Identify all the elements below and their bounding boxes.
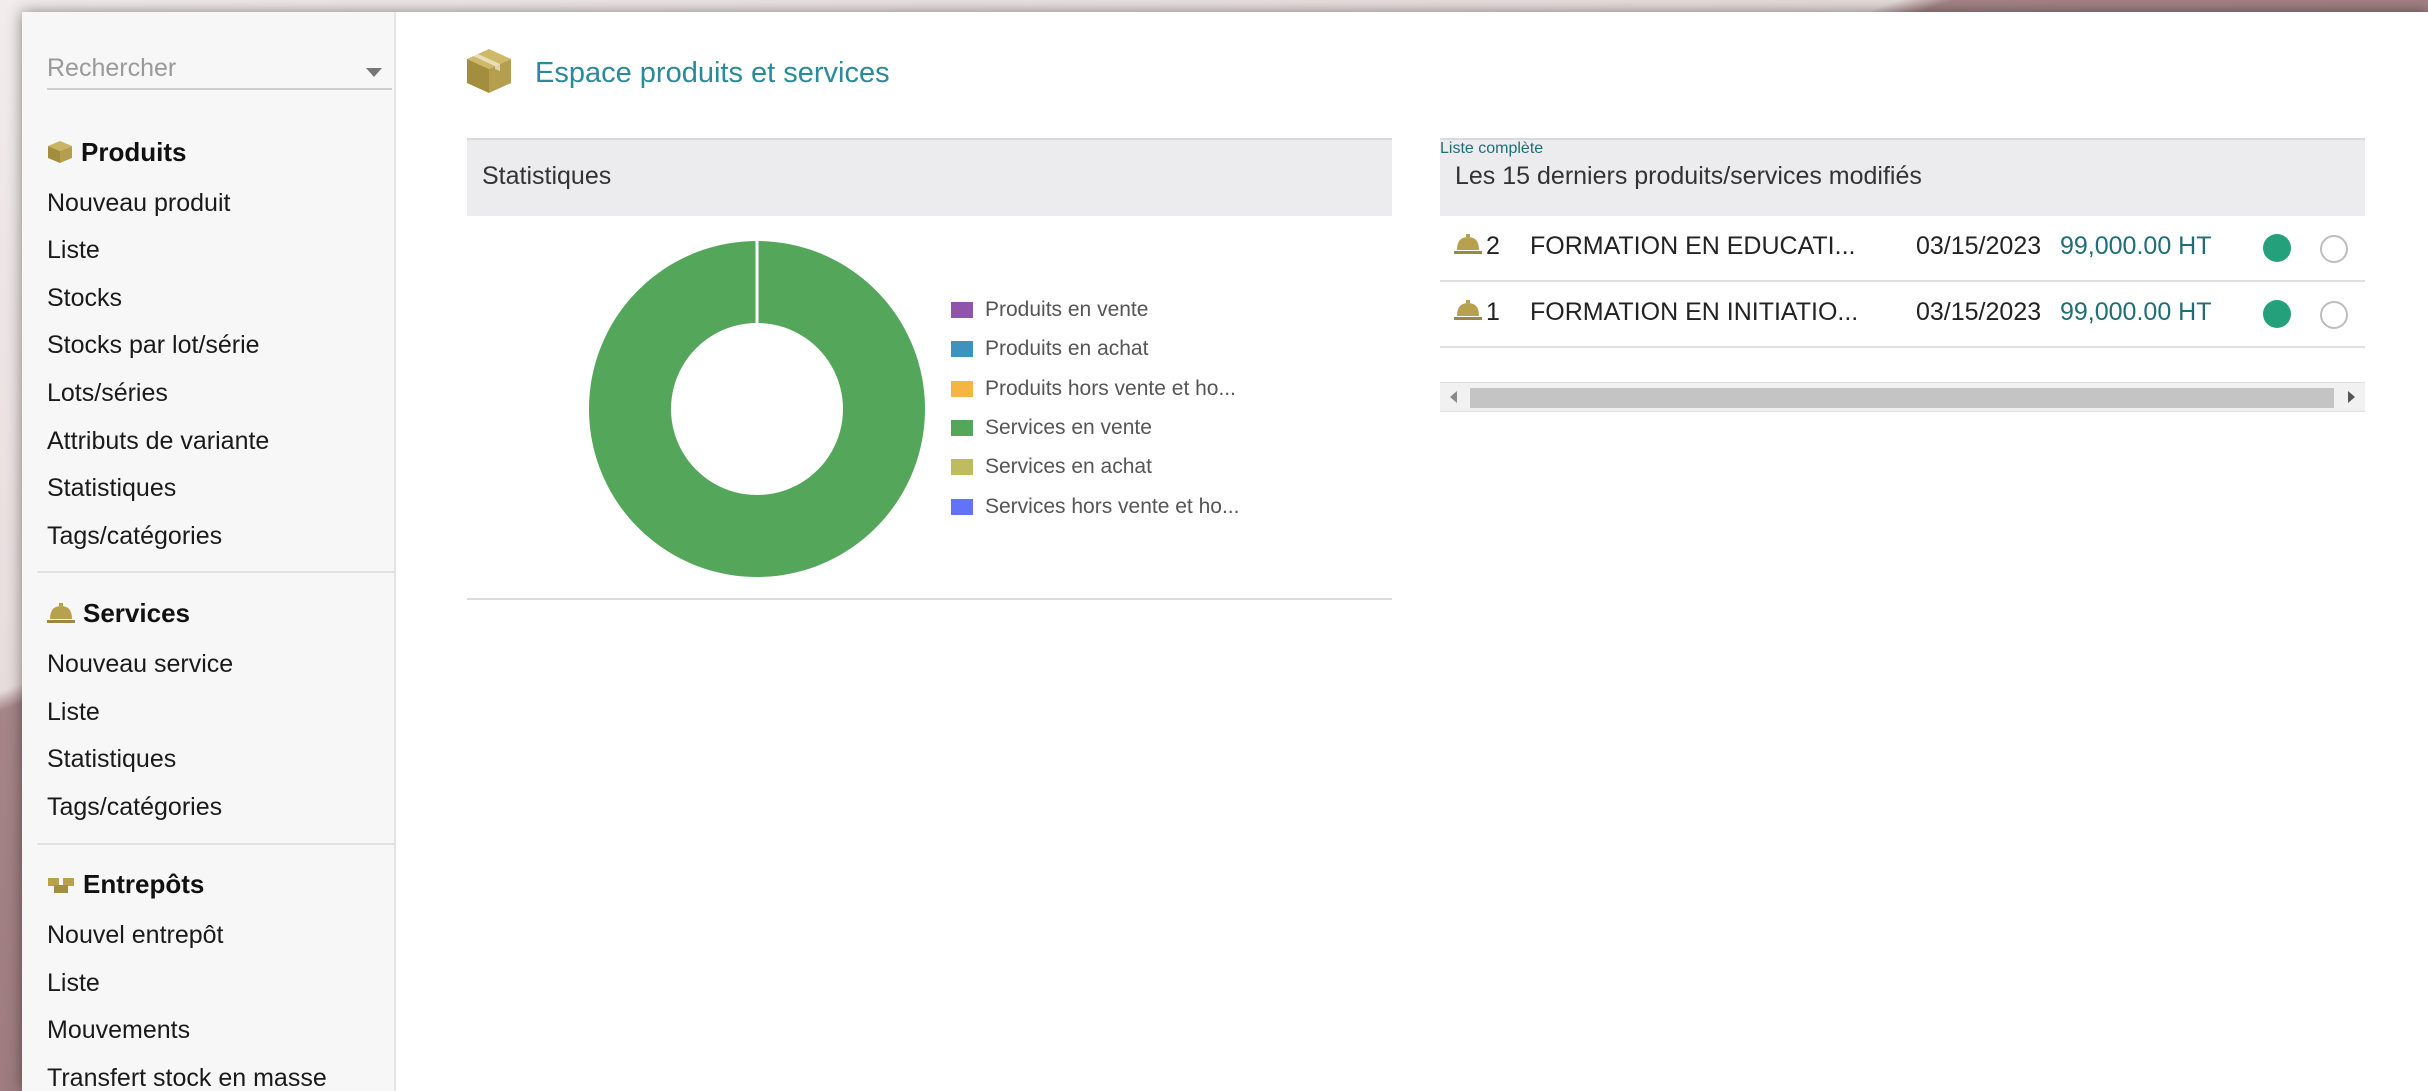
table-row[interactable]: 1 FORMATION EN INITIATIO... 03/15/2023 9… — [1440, 282, 2365, 348]
sidebar-divider — [37, 571, 394, 573]
sidebar-divider — [37, 843, 394, 845]
sidebar-item-attributs-variante[interactable]: Attributs de variante — [47, 427, 269, 456]
sidebar-item-tags-produits[interactable]: Tags/catégories — [47, 522, 222, 551]
sidebar-item-tags-services[interactable]: Tags/catégories — [47, 793, 222, 822]
full-list-link[interactable]: Liste complète — [1440, 140, 1543, 157]
row-date: 03/15/2023 — [1916, 232, 2042, 260]
service-bell-icon — [1454, 299, 1482, 328]
status-sell-badge — [2263, 234, 2291, 262]
legend-item[interactable]: Services en vente — [951, 415, 1152, 441]
sidebar-item-liste-services[interactable]: Liste — [47, 698, 100, 727]
legend-label: Produits en vente — [985, 298, 1149, 321]
sidebar-item-transfert-stock[interactable]: Transfert stock en masse — [47, 1064, 327, 1091]
table-row[interactable]: 2 FORMATION EN EDUCATI... 03/15/2023 99,… — [1440, 216, 2365, 282]
sidebar: Rechercher Produits Nouveau produit List… — [22, 12, 396, 1091]
legend-swatch — [951, 419, 973, 436]
legend-item[interactable]: Produits en achat — [951, 336, 1148, 362]
row-date: 03/15/2023 — [1916, 298, 2042, 326]
legend-label: Services en achat — [985, 455, 1152, 479]
page-title: Espace produits et services — [535, 56, 890, 89]
sidebar-item-stocks[interactable]: Stocks — [47, 284, 122, 313]
sidebar-item-mouvements[interactable]: Mouvements — [47, 1016, 190, 1045]
row-label: FORMATION EN EDUCATI... — [1530, 232, 1856, 260]
legend-swatch — [951, 341, 973, 358]
row-ref-link[interactable]: 1 — [1486, 298, 1500, 327]
sidebar-item-liste-entrepots[interactable]: Liste — [47, 969, 100, 998]
legend-item[interactable]: Produits hors vente et ho... — [951, 376, 1236, 402]
legend-swatch — [951, 459, 973, 476]
sidebar-item-statistiques-produits[interactable]: Statistiques — [47, 474, 176, 503]
scroll-left-icon[interactable] — [1450, 391, 1457, 403]
legend-label: Produits en achat — [985, 337, 1149, 361]
legend-item[interactable]: Services en achat — [951, 454, 1152, 480]
status-buy-badge — [2320, 301, 2348, 329]
recent-panel-header: Les 15 derniers produits/services modifi… — [1440, 138, 2365, 216]
sidebar-section-produits[interactable]: Produits — [47, 135, 186, 169]
legend-label: Services hors vente et ho... — [985, 494, 1240, 518]
legend-swatch — [951, 302, 973, 318]
status-sell-badge — [2263, 300, 2291, 328]
warehouse-icon — [47, 874, 75, 894]
box-icon — [465, 47, 513, 100]
service-bell-icon — [1454, 233, 1482, 262]
sidebar-section-entrepots[interactable]: Entrepôts — [47, 867, 204, 901]
row-label: FORMATION EN INITIATIO... — [1530, 298, 1859, 326]
sidebar-item-nouvel-entrepot[interactable]: Nouvel entrepôt — [47, 921, 224, 950]
app-window: Rechercher Produits Nouveau produit List… — [22, 12, 2428, 1091]
row-price: 99,000.00 HT — [2060, 232, 2212, 260]
sidebar-item-lots-series[interactable]: Lots/séries — [47, 379, 168, 408]
row-ref-link[interactable]: 2 — [1486, 232, 1500, 261]
stats-panel-bottom-border — [467, 598, 1392, 600]
scroll-right-icon[interactable] — [2348, 391, 2355, 403]
page-header: Espace produits et services — [465, 48, 890, 98]
scrollbar-thumb[interactable] — [1470, 388, 2334, 408]
stats-panel-header: Statistiques — [467, 138, 1392, 216]
sidebar-section-title: Services — [83, 597, 190, 628]
sidebar-item-statistiques-services[interactable]: Statistiques — [47, 745, 176, 774]
recent-panel-title: Les 15 derniers produits/services modifi… — [1455, 162, 1922, 190]
status-buy-badge — [2320, 235, 2348, 263]
chevron-down-icon[interactable] — [366, 68, 382, 77]
row-price: 99,000.00 HT — [2060, 298, 2212, 326]
legend-label: Services en vente — [985, 415, 1152, 439]
sidebar-section-title: Produits — [81, 136, 187, 167]
legend-label: Produits hors vente et ho... — [985, 376, 1236, 400]
sidebar-item-nouveau-service[interactable]: Nouveau service — [47, 650, 233, 679]
sidebar-section-title: Entrepôts — [83, 868, 205, 899]
sidebar-section-services[interactable]: Services — [47, 596, 190, 630]
sidebar-item-nouveau-produit[interactable]: Nouveau produit — [47, 189, 230, 218]
legend-swatch — [951, 380, 973, 397]
sidebar-item-stocks-par-lot[interactable]: Stocks par lot/série — [47, 331, 260, 360]
horizontal-scrollbar[interactable] — [1440, 382, 2365, 412]
donut-chart — [588, 241, 925, 577]
legend-item[interactable]: Services hors vente et ho... — [951, 494, 1239, 520]
search-placeholder: Rechercher — [47, 54, 177, 82]
legend-swatch — [951, 498, 973, 515]
service-bell-icon — [47, 602, 75, 624]
sidebar-item-liste-produits[interactable]: Liste — [47, 236, 100, 265]
stats-panel-title: Statistiques — [482, 162, 612, 190]
legend-item[interactable]: Produits en vente — [951, 297, 1148, 323]
search-combobox[interactable]: Rechercher — [47, 46, 392, 90]
box-icon — [47, 140, 73, 164]
